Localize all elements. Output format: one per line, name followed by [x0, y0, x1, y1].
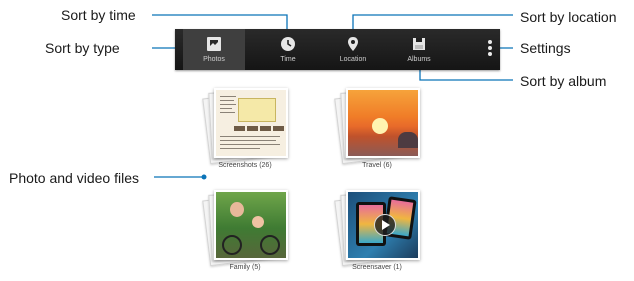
- clock-icon: [280, 36, 296, 52]
- callout-sort-by-location: Sort by location: [520, 9, 617, 25]
- album-travel-caption: Travel (6): [362, 162, 392, 169]
- albums-icon: [411, 36, 427, 52]
- callout-sort-by-album: Sort by album: [520, 73, 607, 89]
- tab-location-label: Location: [339, 56, 367, 63]
- album-screenshots-stack: [202, 88, 288, 165]
- album-screensaver[interactable]: Screensaver (1): [334, 190, 420, 271]
- callout-sort-by-type: Sort by type: [45, 40, 120, 56]
- callout-sort-by-time: Sort by time: [61, 7, 136, 23]
- album-screenshots[interactable]: Screenshots (26): [202, 88, 288, 169]
- album-travel-thumbnail: [346, 88, 420, 158]
- tab-albums-label: Albums: [407, 56, 431, 63]
- tab-albums[interactable]: Albums: [388, 29, 450, 70]
- album-screensaver-stack: [334, 190, 420, 267]
- album-screensaver-thumbnail: [346, 190, 420, 260]
- tab-time-label: Time: [280, 56, 296, 63]
- album-family-stack: [202, 190, 288, 267]
- album-family[interactable]: Family (5): [202, 190, 288, 271]
- album-family-caption: Family (5): [229, 264, 261, 271]
- album-screensaver-caption: Screensaver (1): [352, 264, 402, 271]
- tab-photos-label: Photos: [203, 56, 225, 63]
- overflow-menu-icon[interactable]: [486, 40, 494, 60]
- location-pin-icon: [345, 36, 361, 52]
- album-family-thumbnail: [214, 190, 288, 260]
- callout-settings: Settings: [520, 40, 571, 56]
- play-icon: [374, 214, 396, 236]
- tab-location[interactable]: Location: [322, 29, 384, 70]
- tab-time[interactable]: Time: [257, 29, 319, 70]
- callout-photo-and-video-files: Photo and video files: [9, 170, 139, 186]
- photos-icon: [206, 36, 222, 52]
- album-screenshots-thumbnail: [214, 88, 288, 158]
- album-screenshots-caption: Screenshots (26): [218, 162, 272, 169]
- tab-photos[interactable]: Photos: [183, 29, 245, 70]
- album-travel-stack: [334, 88, 420, 165]
- album-travel[interactable]: Travel (6): [334, 88, 420, 169]
- gallery-action-bar: Photos Time Location Albums: [175, 29, 500, 70]
